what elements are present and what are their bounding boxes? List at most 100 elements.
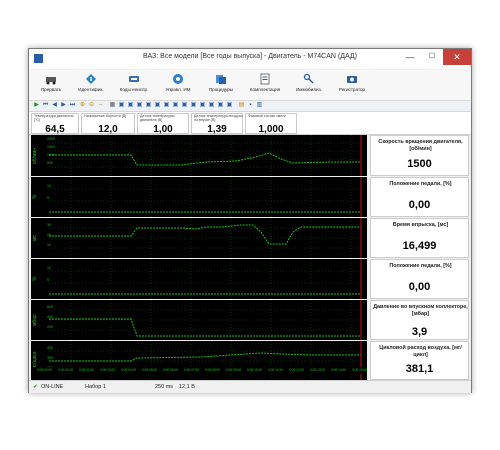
open-folder-icon[interactable]: ▤ [238, 102, 245, 109]
fault-codes-button-label: Коды неиспр. [119, 87, 149, 92]
readout-pedal-2: Положение педали, [%] 0,00 [370, 259, 469, 299]
plot-pedal[interactable]: % 10 5 [31, 177, 367, 217]
minimize-button[interactable]: — [399, 49, 421, 65]
grid-icon[interactable]: ▦ [109, 102, 116, 109]
forward-icon[interactable]: ▶ [60, 102, 67, 109]
config-icon [260, 73, 270, 85]
stop-button[interactable]: Прервать [33, 72, 69, 98]
plot-injection-unit: мс [32, 235, 38, 241]
playback-toolbar: ▶ ⏮ ◀ ▶ ⏭ ⊕ ⊖ ⇔ ▦ ▣ ▣ ▣ ▣ ▣ ▣ ▣ ▣ ▣ ▣ ▣ … [29, 101, 471, 112]
param-label: Датчик температуры воздуха на впуске [В] [194, 114, 243, 122]
time-tick: 0:00:05:00 [142, 368, 158, 372]
identification-button-label: Идентифик. [78, 87, 104, 92]
plot-rpm-unit: об/мин [32, 147, 38, 164]
layout-5-icon[interactable]: ▣ [154, 102, 161, 109]
actuator-control-button[interactable]: Управл. ИМ [157, 72, 199, 98]
readout-rpm: Скорость вращения двигателя, [об/мин] 15… [370, 135, 469, 176]
layout-3-icon[interactable]: ▣ [136, 102, 143, 109]
plot-pressure-tick: 400 [47, 315, 53, 319]
plot-pedal-tick: 10 [47, 184, 51, 188]
plot-manifold-pressure[interactable]: мбар 600 400 200 [31, 300, 367, 340]
time-tick: 0:00:00:00 [37, 368, 53, 372]
readout-value: 1500 [407, 158, 432, 170]
fault-codes-button[interactable]: Коды неиспр. [113, 72, 155, 98]
stop-button-label: Прервать [40, 87, 62, 92]
layout-8-icon[interactable]: ▣ [181, 102, 188, 109]
title-bar: ВАЗ: Все модели [Все годы выпуска] - Дви… [29, 49, 471, 69]
layout-2-icon[interactable]: ▣ [127, 102, 134, 109]
plot-pedal-tick: 5 [47, 196, 49, 200]
param-box: Датчик температуры двигателя [В] 1,00 [137, 113, 189, 135]
layout-10-icon[interactable]: ▣ [199, 102, 206, 109]
layout-6-icon[interactable]: ▣ [163, 102, 170, 109]
rewind-icon[interactable]: ◀ [51, 102, 58, 109]
plot-pedal-graph [49, 177, 362, 217]
layout-12-icon[interactable]: ▣ [217, 102, 224, 109]
save-icon[interactable]: ▪ [247, 102, 254, 109]
time-axis: 0:00:00:00 0:00:01:00 0:00:02:00 0:00:03… [31, 367, 367, 374]
param-value: 1,39 [207, 124, 227, 135]
close-button[interactable]: ✕ [443, 49, 471, 65]
recorder-button[interactable]: Регистратор [331, 72, 373, 98]
time-tick: 0:00:15:00 [352, 368, 368, 372]
immobilizer-button-label: Иммобилиз. [296, 87, 322, 92]
readout-injection: Время впрыска, [мс] 16,499 [370, 218, 469, 258]
recorder-icon [347, 76, 357, 83]
plot-pedal-2[interactable]: % 10 5 [31, 259, 367, 299]
play-icon[interactable]: ▶ [33, 102, 40, 109]
plot-pressure-unit: мбар [32, 314, 38, 326]
identification-button[interactable]: Идентифик. [71, 72, 111, 98]
plot-injection-time[interactable]: мс 30 20 10 [31, 218, 367, 258]
param-label: Фазовый состав смеси [248, 114, 287, 118]
plot-pedal-2-tick: 5 [47, 278, 49, 282]
readout-title: Положение педали, [%] [389, 181, 452, 187]
layout-1-icon[interactable]: ▣ [118, 102, 125, 109]
first-frame-icon[interactable]: ⏮ [42, 102, 49, 109]
last-frame-icon[interactable]: ⏭ [69, 102, 76, 109]
plot-pedal-2-tick: 10 [47, 266, 51, 270]
zoom-in-icon[interactable]: ⊕ [79, 102, 86, 109]
plot-pressure-tick: 200 [47, 325, 53, 329]
plot-air-flow[interactable]: мг/цикл 400 300 200 [31, 341, 367, 380]
readout-title: Положение педали, [%] [389, 263, 452, 269]
procedures-button[interactable]: Процедуры [201, 72, 241, 98]
layout-9-icon[interactable]: ▣ [190, 102, 197, 109]
time-tick: 0:00:14:00 [331, 368, 347, 372]
export-icon[interactable]: ▥ [256, 102, 263, 109]
readout-pressure: Давление во впускном коллекторе, [мбар] … [370, 300, 469, 340]
plot-injection-graph [49, 218, 362, 258]
online-check-icon: ✔ [33, 384, 38, 390]
immobilizer-button[interactable]: Иммобилиз. [289, 72, 329, 98]
readout-value: 0,00 [408, 199, 431, 211]
plot-pedal-unit: % [32, 194, 38, 200]
readout-value: 16,499 [402, 240, 437, 252]
procedures-icon [216, 75, 226, 84]
connection-status: ON-LINE [41, 384, 64, 390]
time-tick: 0:00:09:00 [226, 368, 242, 372]
id-icon [86, 74, 96, 84]
layout-7-icon[interactable]: ▣ [172, 102, 179, 109]
plot-injection-tick: 20 [47, 233, 51, 237]
plot-air-flow-tick: 400 [47, 346, 53, 350]
layout-4-icon[interactable]: ▣ [145, 102, 152, 109]
plot-rpm[interactable]: об/мин 2000 1500 1000 500 [31, 135, 367, 176]
parameter-row: Температура двигателя [°C] 64,5 Напряжен… [29, 112, 471, 135]
readout-air-flow: Цикловой расход воздуха, [мг/цикл] 381,1 [370, 341, 469, 380]
plot-rpm-tick: 1500 [47, 145, 55, 149]
readout-title: Цикловой расход воздуха, [мг/цикл] [379, 345, 462, 358]
layout-11-icon[interactable]: ▣ [208, 102, 215, 109]
readout-title: Скорость вращения двигателя, [об/мин] [378, 139, 463, 152]
layout-13-icon[interactable]: ▣ [226, 102, 233, 109]
param-label: Датчик температуры двигателя [В] [140, 114, 175, 122]
maximize-button[interactable]: ☐ [421, 49, 443, 65]
param-box: Датчик температуры воздуха на впуске [В]… [191, 113, 243, 135]
zoom-out-icon[interactable]: ⊖ [88, 102, 95, 109]
fault-codes-icon [129, 76, 139, 82]
param-box: Фазовый состав смеси 1,000 [245, 113, 297, 135]
plot-injection-tick: 10 [47, 243, 51, 247]
fit-icon[interactable]: ⇔ [97, 102, 104, 109]
configuration-button[interactable]: Комплектация [243, 72, 287, 98]
sample-interval: 250 ms [155, 384, 174, 390]
time-tick: 0:00:11:00 [268, 368, 283, 372]
plot-rpm-tick: 1000 [47, 153, 55, 157]
